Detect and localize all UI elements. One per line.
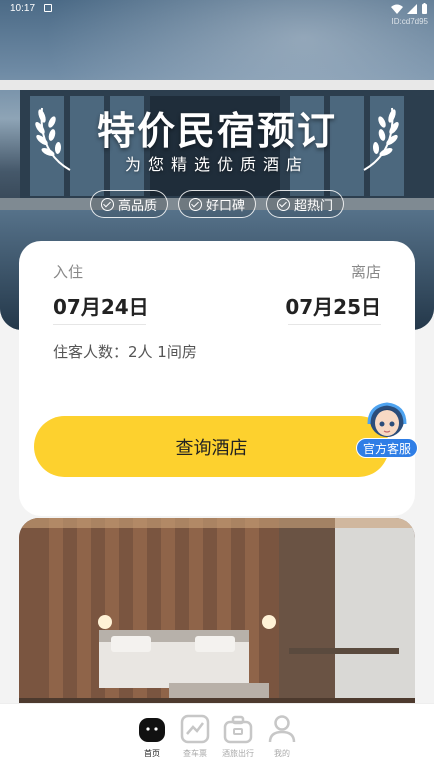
hero-badges: 高品质 好口碑 超热门 [0, 190, 434, 218]
badge-label: 好口碑 [205, 198, 245, 214]
build-id: ID:cd7d95 [391, 17, 428, 26]
wifi-icon [391, 4, 403, 14]
checkout-label: 离店 [350, 263, 381, 281]
status-bar: 10:17 ID:cd7d95 [0, 0, 434, 26]
check-circle-icon [188, 197, 202, 211]
status-time: 10:17 [10, 3, 36, 14]
home-icon [137, 714, 167, 744]
tab-profile[interactable]: 我的 [260, 714, 304, 759]
badge-popular: 超热门 [266, 190, 345, 218]
hero-title: 特价民宿预订 [96, 109, 337, 153]
badge-label: 高品质 [117, 198, 157, 214]
tab-label: 首页 [144, 749, 160, 758]
search-hotel-label: 查询酒店 [175, 437, 248, 459]
chart-icon [180, 714, 210, 744]
tab-label: 酒旅出行 [222, 749, 254, 758]
checkin-divider [53, 324, 146, 325]
checkout-date[interactable]: 07月25日 [285, 291, 381, 320]
checkout-divider [288, 324, 381, 325]
hero-subtitle: 为您精选优质酒店 [124, 155, 309, 174]
tab-tickets[interactable]: 查车票 [173, 714, 217, 759]
badge-quality: 高品质 [89, 190, 168, 218]
checkin-date[interactable]: 07月24日 [53, 291, 149, 320]
check-circle-icon [100, 197, 114, 211]
status-icons [391, 3, 428, 14]
customer-service-label: 官方客服 [356, 438, 418, 458]
tab-home[interactable]: 首页 [130, 714, 174, 759]
battery-icon [422, 3, 427, 14]
checkin-label: 入住 [53, 263, 84, 281]
search-hotel-button[interactable]: 查询酒店 [34, 416, 389, 477]
badge-reputation: 好口碑 [177, 190, 256, 218]
badge-label: 超热门 [294, 198, 334, 214]
customer-service-button[interactable]: 官方客服 [356, 398, 418, 460]
notification-icon [44, 4, 52, 12]
tab-label: 查车票 [183, 749, 207, 758]
tab-bar: 首页 查车票 酒旅出行 我的 [0, 703, 434, 773]
user-icon [267, 714, 297, 744]
tab-travel[interactable]: 酒旅出行 [216, 714, 260, 759]
check-circle-icon [277, 197, 290, 211]
tab-label: 我的 [274, 749, 290, 758]
room-photo [19, 518, 415, 708]
signal-icon [407, 3, 417, 14]
guest-count[interactable]: 住客人数：2人 1间房 [53, 341, 197, 362]
luggage-icon [223, 714, 253, 744]
